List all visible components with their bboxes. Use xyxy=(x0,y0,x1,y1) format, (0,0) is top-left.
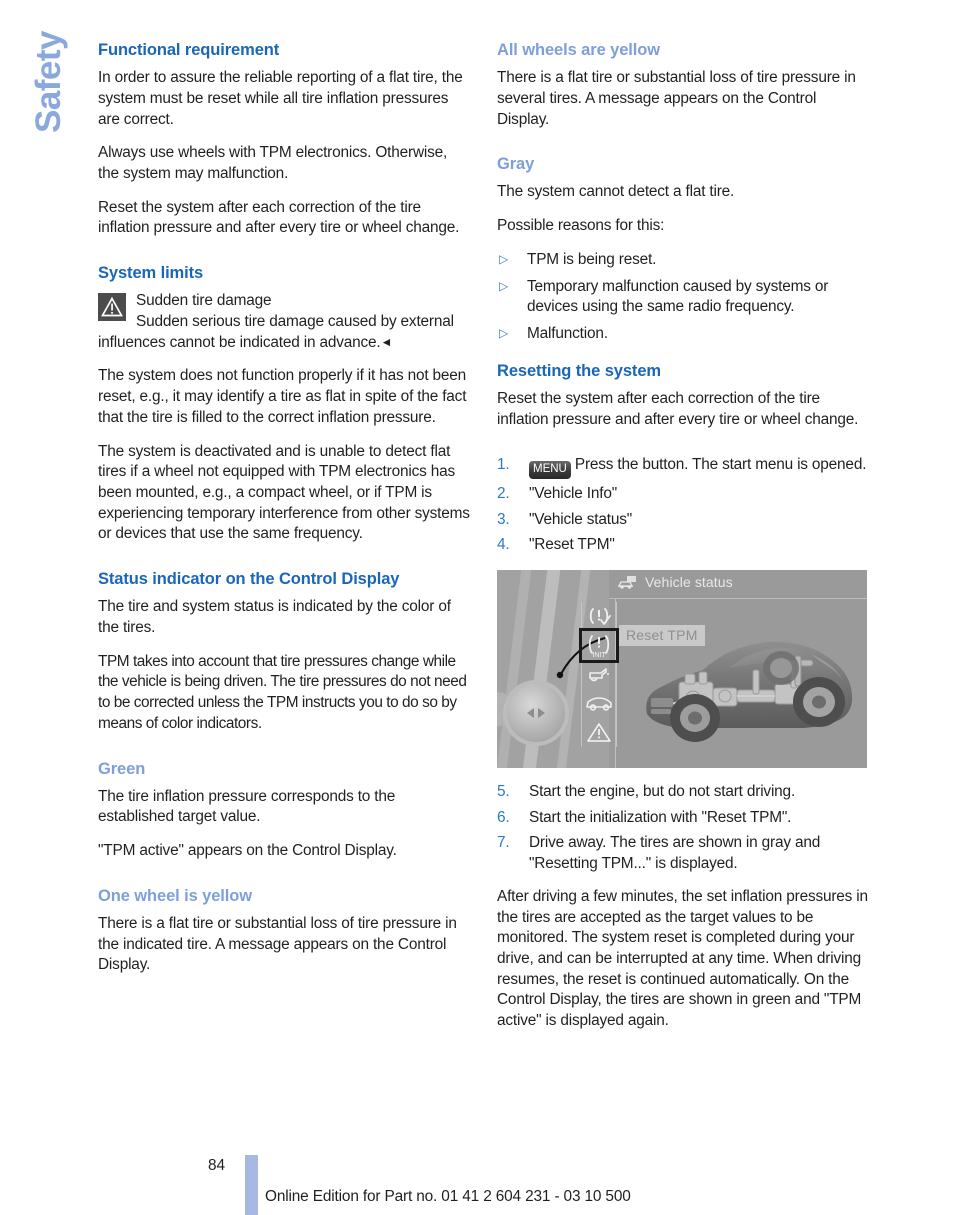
heading-status-indicator: Status indicator on the Control Display xyxy=(98,570,400,589)
step-text: "Reset TPM" xyxy=(529,536,615,554)
triangle-bullet-icon: ▷ xyxy=(499,251,509,266)
triangle-bullet-icon: ▷ xyxy=(499,278,509,293)
warning-triangle-icon[interactable] xyxy=(582,718,616,747)
step-number: 5. xyxy=(497,782,510,800)
step-item-7: 7. Drive away. The tires are shown in gr… xyxy=(497,833,869,874)
idrive-controller-knob[interactable] xyxy=(503,679,569,746)
tpm-init-icon[interactable]: INIT xyxy=(579,627,619,663)
step-number: 4. xyxy=(497,536,510,554)
paragraph-gray-2: Possible reasons for this: xyxy=(497,217,665,235)
right-text-column: All wheels are yellow There is a flat ti… xyxy=(497,40,869,1045)
svg-text:INIT: INIT xyxy=(592,652,606,659)
footer-accent-bar xyxy=(245,1155,258,1215)
step-text: Press the button. The start menu is open… xyxy=(574,456,867,474)
paragraph-green-2: "TPM active" appears on the Control Disp… xyxy=(98,842,397,860)
step-number: 6. xyxy=(497,808,510,826)
step-number: 2. xyxy=(497,484,510,502)
paragraph-fr-2: Always use wheels with TPM electronics. … xyxy=(98,144,448,182)
paragraph-sl-2: The system is deactivated and is unable … xyxy=(98,442,470,543)
step-item-1: 1. MENU Press the button. The start menu … xyxy=(497,455,869,479)
step-item-4: 4. "Reset TPM" xyxy=(497,535,869,556)
list-item: ▷ Temporary malfunction caused by system… xyxy=(497,277,869,318)
vehicle-status-icon xyxy=(617,575,637,591)
page-number: 84 xyxy=(208,1157,226,1174)
step-text: Start the engine, but do not start drivi… xyxy=(529,782,796,800)
step-item-3: 3. "Vehicle status" xyxy=(497,510,869,531)
triangle-bullet-icon: ▷ xyxy=(499,326,509,340)
step-text: Drive away. The tires are shown in gray … xyxy=(529,834,821,873)
heading-gray: Gray xyxy=(497,155,535,174)
warning-body: Sudden serious tire damage caused by ext… xyxy=(98,313,454,351)
heading-functional-requirement: Functional requirement xyxy=(98,41,280,59)
list-item-label: Malfunction. xyxy=(527,325,608,342)
tpm-check-icon[interactable] xyxy=(582,602,616,631)
paragraph-resetting-intro: Reset the system after each correction o… xyxy=(497,389,859,428)
warning-triangle-icon xyxy=(98,293,126,322)
list-item: ▷ TPM is being reset. xyxy=(497,250,869,271)
step-text: "Vehicle Info" xyxy=(529,484,617,502)
left-text-column: Functional requirement In order to assur… xyxy=(98,40,470,976)
step-text: Start the initialization with "Reset TPM… xyxy=(529,808,792,826)
step-item-5: 5. Start the engine, but do not start dr… xyxy=(497,782,869,803)
paragraph-si-2: TPM takes into account that tire pressur… xyxy=(98,652,467,732)
step-number: 3. xyxy=(497,510,510,528)
control-display-figure: Vehicle status INIT Reset TPM xyxy=(497,569,867,768)
step-item-2: 2. "Vehicle Info" xyxy=(497,484,869,505)
list-item-label: Temporary malfunction caused by systems … xyxy=(527,277,829,316)
step-number: 1. xyxy=(497,456,510,474)
list-item-label: TPM is being reset. xyxy=(527,250,657,268)
warning-title: Sudden tire damage xyxy=(136,292,272,310)
heading-one-wheel-yellow: One wheel is yellow xyxy=(98,886,252,905)
paragraph-sl-1: The system does not function properly if… xyxy=(98,367,467,426)
heading-system-limits: System limits xyxy=(98,264,204,283)
paragraph-green-1: The tire inflation pressure corresponds … xyxy=(98,787,396,826)
reset-steps-list-part-2: 5. Start the engine, but do not start dr… xyxy=(497,782,869,875)
heading-green: Green xyxy=(98,759,146,778)
menu-button-key-icon[interactable]: MENU xyxy=(529,461,571,479)
paragraph-awy-1: There is a flat tire or substantial loss… xyxy=(497,69,856,128)
heading-all-wheels-yellow: All wheels are yellow xyxy=(497,41,660,59)
warning-endmark: ◄ xyxy=(380,334,393,349)
vehicle-cutaway-illustration xyxy=(646,641,853,742)
step-number: 7. xyxy=(497,834,510,852)
steps-spacer xyxy=(497,443,869,455)
figure-header-title: Vehicle status xyxy=(645,573,733,590)
paragraph-si-1: The tire and system status is indicated … xyxy=(98,598,451,637)
paragraph-owy-1: There is a flat tire or substantial loss… xyxy=(98,915,457,974)
paragraph-fr-1: In order to assure the reliable reportin… xyxy=(98,69,463,128)
paragraph-resetting-closing: After driving a few minutes, the set inf… xyxy=(497,887,868,1030)
figure-header-bar: Vehicle status xyxy=(609,570,867,599)
list-item: ▷ Malfunction. xyxy=(497,324,869,345)
paragraph-fr-3: Reset the system after each correction o… xyxy=(98,198,460,237)
paragraph-gray-1: The system cannot detect a flat tire. xyxy=(497,183,735,201)
reset-steps-list-part-1: 1. MENU Press the button. The start menu … xyxy=(497,455,869,556)
step-text: "Vehicle status" xyxy=(529,510,633,528)
heading-resetting-the-system: Resetting the system xyxy=(497,361,661,380)
gray-reasons-list: ▷ TPM is being reset. ▷ Temporary malfun… xyxy=(497,250,869,345)
warning-notice: Sudden tire damage Sudden serious tire d… xyxy=(98,291,470,353)
chapter-side-tab: Safety xyxy=(0,0,96,180)
step-item-6: 6. Start the initialization with "Reset … xyxy=(497,808,869,829)
footer-edition-text: Online Edition for Part no. 01 41 2 604 … xyxy=(265,1188,631,1205)
chapter-tab-label: Safety xyxy=(29,30,68,134)
